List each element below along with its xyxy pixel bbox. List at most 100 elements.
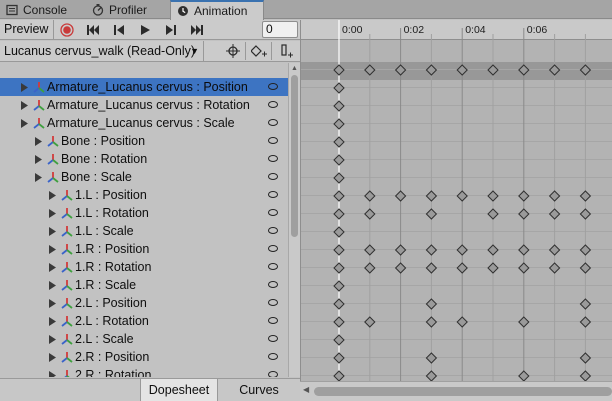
- keyframe[interactable]: [425, 298, 438, 310]
- keyframe[interactable]: [394, 64, 407, 76]
- property-row[interactable]: 1.R : Position: [0, 240, 288, 258]
- preview-toggle-button[interactable]: Preview: [0, 20, 54, 39]
- property-row[interactable]: 2.L : Position: [0, 294, 288, 312]
- expand-arrow-icon[interactable]: [20, 100, 29, 110]
- keyframe[interactable]: [456, 244, 468, 256]
- keyframe[interactable]: [333, 352, 345, 364]
- keyframe[interactable]: [487, 208, 499, 220]
- visibility-eye-icon[interactable]: [268, 191, 278, 198]
- add-event-button[interactable]: [274, 42, 300, 60]
- keyframe-grid[interactable]: [301, 20, 612, 381]
- keyframe[interactable]: [425, 190, 438, 202]
- keyframe[interactable]: [425, 262, 438, 274]
- keyframe[interactable]: [333, 64, 345, 76]
- property-row[interactable]: Armature_Lucanus cervus : Position: [0, 78, 288, 96]
- keyframe[interactable]: [333, 154, 345, 166]
- keyframe[interactable]: [579, 244, 592, 256]
- property-row[interactable]: 1.R : Rotation: [0, 258, 288, 276]
- keyframe[interactable]: [487, 262, 499, 274]
- keyframe[interactable]: [579, 64, 592, 76]
- keyframe[interactable]: [425, 208, 438, 220]
- keyframe[interactable]: [333, 82, 345, 94]
- keyframe[interactable]: [333, 100, 345, 112]
- keyframe[interactable]: [548, 262, 561, 274]
- property-row[interactable]: 1.L : Rotation: [0, 204, 288, 222]
- keyframe[interactable]: [579, 316, 592, 328]
- visibility-eye-icon[interactable]: [268, 155, 278, 162]
- keyframe[interactable]: [548, 244, 561, 256]
- keyframe[interactable]: [425, 316, 438, 328]
- expand-arrow-icon[interactable]: [48, 370, 57, 378]
- filter-by-selection-button[interactable]: [220, 42, 246, 60]
- visibility-eye-icon[interactable]: [268, 227, 278, 234]
- expand-arrow-icon[interactable]: [34, 136, 43, 146]
- keyframe[interactable]: [518, 190, 530, 202]
- keyframe[interactable]: [518, 262, 530, 274]
- expand-arrow-icon[interactable]: [48, 208, 57, 218]
- property-list-scrollbar[interactable]: ▲: [288, 63, 300, 377]
- property-row[interactable]: 2.L : Rotation: [0, 312, 288, 330]
- keyframe[interactable]: [487, 244, 499, 256]
- keyframe[interactable]: [425, 352, 438, 364]
- expand-arrow-icon[interactable]: [34, 172, 43, 182]
- property-row[interactable]: 2.R : Rotation: [0, 366, 288, 377]
- scrollbar-thumb[interactable]: [314, 387, 612, 396]
- property-row[interactable]: 1.L : Position: [0, 186, 288, 204]
- expand-arrow-icon[interactable]: [34, 154, 43, 164]
- keyframe[interactable]: [333, 334, 345, 346]
- visibility-eye-icon[interactable]: [268, 173, 278, 180]
- timeline-scrollbar[interactable]: ◀: [300, 381, 612, 401]
- keyframe[interactable]: [333, 208, 345, 220]
- visibility-eye-icon[interactable]: [268, 137, 278, 144]
- keyframe[interactable]: [364, 64, 376, 76]
- next-keyframe-button[interactable]: [160, 21, 182, 38]
- keyframe[interactable]: [518, 244, 530, 256]
- keyframe[interactable]: [518, 64, 530, 76]
- keyframe[interactable]: [548, 208, 561, 220]
- current-frame-field[interactable]: 0: [262, 21, 298, 38]
- tab-curves[interactable]: Curves: [220, 379, 298, 401]
- visibility-eye-icon[interactable]: [268, 281, 278, 288]
- visibility-eye-icon[interactable]: [268, 335, 278, 342]
- expand-arrow-icon[interactable]: [48, 352, 57, 362]
- keyframe[interactable]: [394, 244, 407, 256]
- keyframe[interactable]: [333, 172, 345, 184]
- previous-keyframe-button[interactable]: [108, 21, 130, 38]
- keyframe[interactable]: [364, 316, 376, 328]
- tab-animation[interactable]: Animation: [170, 0, 264, 20]
- keyframe[interactable]: [425, 370, 438, 381]
- add-keyframe-button[interactable]: [246, 42, 272, 60]
- keyframe[interactable]: [456, 316, 468, 328]
- scrollbar-thumb[interactable]: [291, 75, 298, 237]
- keyframe[interactable]: [487, 190, 499, 202]
- expand-arrow-icon[interactable]: [48, 334, 57, 344]
- visibility-eye-icon[interactable]: [268, 299, 278, 306]
- last-keyframe-button[interactable]: [186, 21, 208, 38]
- keyframe[interactable]: [487, 64, 499, 76]
- visibility-eye-icon[interactable]: [268, 353, 278, 360]
- first-keyframe-button[interactable]: [82, 21, 104, 38]
- tab-profiler[interactable]: Profiler: [86, 0, 168, 19]
- keyframe[interactable]: [333, 262, 345, 274]
- property-row[interactable]: Bone : Scale: [0, 168, 288, 186]
- keyframe[interactable]: [518, 316, 530, 328]
- property-row[interactable]: 2.R : Position: [0, 348, 288, 366]
- keyframe[interactable]: [364, 208, 376, 220]
- keyframe[interactable]: [333, 226, 345, 238]
- scroll-up-arrow-icon[interactable]: ▲: [291, 65, 298, 72]
- visibility-eye-icon[interactable]: [268, 101, 278, 108]
- keyframe[interactable]: [548, 190, 561, 202]
- expand-arrow-icon[interactable]: [48, 190, 57, 200]
- property-row[interactable]: 1.L : Scale: [0, 222, 288, 240]
- keyframe[interactable]: [579, 262, 592, 274]
- keyframe[interactable]: [518, 208, 530, 220]
- clip-dropdown[interactable]: Lucanus cervus_walk (Read-Only) ▼: [0, 41, 204, 61]
- keyframe[interactable]: [579, 298, 592, 310]
- keyframe[interactable]: [333, 118, 345, 130]
- property-row[interactable]: 1.R : Scale: [0, 276, 288, 294]
- keyframe[interactable]: [333, 370, 345, 381]
- visibility-eye-icon[interactable]: [268, 209, 278, 216]
- keyframe[interactable]: [333, 316, 345, 328]
- keyframe[interactable]: [518, 370, 530, 381]
- keyframe[interactable]: [548, 64, 561, 76]
